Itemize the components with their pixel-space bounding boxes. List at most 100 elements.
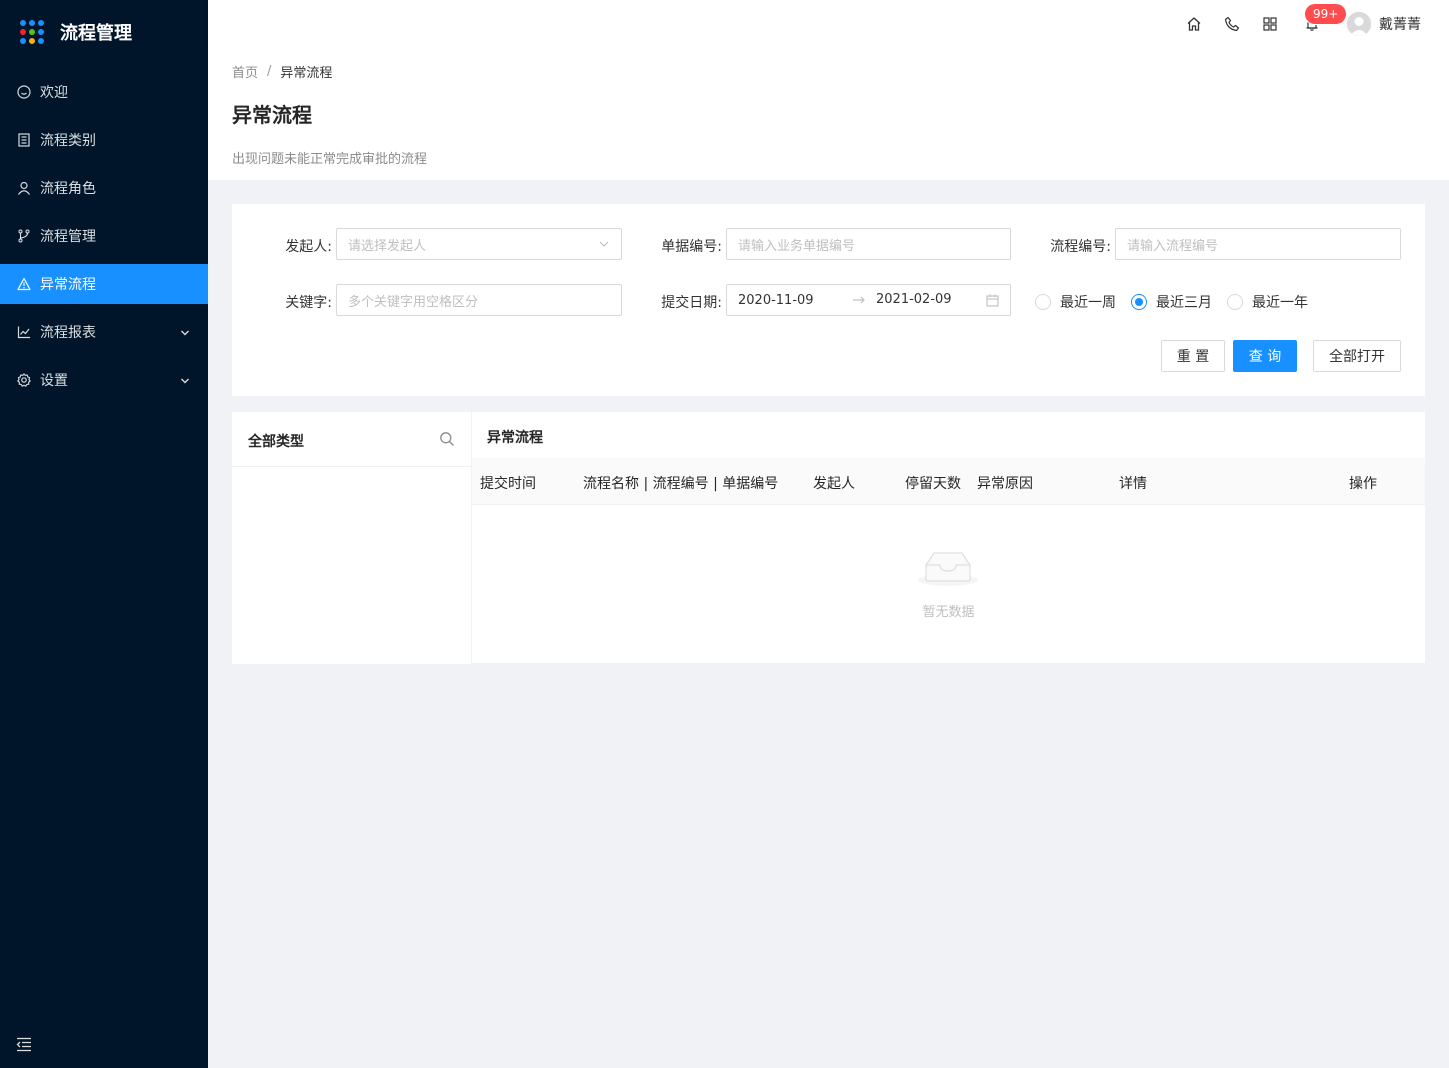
- sidebar: 流程管理 欢迎 流程类别 流程角色 流程管理 异常流程 流程报表 设置: [0, 0, 208, 1068]
- sidebar-item-label: 设置: [40, 373, 68, 389]
- column-header-flow-name[interactable]: 流程名称 | 流程编号 | 单据编号: [583, 473, 778, 493]
- radio-label: 最近一年: [1252, 295, 1308, 311]
- calendar-icon: [986, 294, 999, 311]
- gear-icon: [16, 372, 32, 388]
- keyword-label: 关键字:: [285, 295, 332, 311]
- flow-no-placeholder: 请输入流程编号: [1127, 238, 1219, 254]
- notification-badge: 99+: [1305, 4, 1347, 24]
- sidebar-item-label: 异常流程: [40, 277, 96, 293]
- sidebar-item-flow-manage[interactable]: 流程管理: [0, 216, 208, 256]
- empty-state: 暂无数据: [472, 505, 1425, 663]
- column-header-submit-time[interactable]: 提交时间: [480, 473, 536, 493]
- user-icon: [16, 180, 32, 196]
- radio-dot: [1035, 294, 1051, 310]
- sidebar-item-settings[interactable]: 设置: [0, 360, 208, 400]
- line-chart-icon: [16, 324, 32, 340]
- arrow-right-icon: [851, 293, 867, 311]
- menu-fold-icon[interactable]: [16, 1036, 34, 1054]
- avatar[interactable]: [1347, 12, 1371, 36]
- sidebar-item-label: 流程报表: [40, 325, 96, 341]
- chevron-down-icon: [598, 238, 610, 254]
- page-title: 异常流程: [232, 103, 312, 127]
- logo-dot: [20, 20, 26, 26]
- top-header: 99+ 戴菁菁: [208, 0, 1449, 48]
- flow-no-label: 流程编号:: [1050, 239, 1111, 255]
- sidebar-item-flow-category[interactable]: 流程类别: [0, 120, 208, 160]
- table-header: 提交时间 流程名称 | 流程编号 | 单据编号 发起人 停留天数 异常原因 详情…: [472, 458, 1425, 505]
- sidebar-item-flow-role[interactable]: 流程角色: [0, 168, 208, 208]
- apps-icon[interactable]: [1262, 16, 1278, 32]
- doc-no-placeholder: 请输入业务单据编号: [738, 238, 856, 254]
- breadcrumb: 首页 / 异常流程: [232, 62, 1425, 81]
- logo-grid-icon: [20, 20, 44, 44]
- smile-icon: [16, 84, 32, 100]
- query-button[interactable]: 查 询: [1233, 340, 1297, 372]
- breadcrumb-current: 异常流程: [280, 66, 333, 81]
- keyword-input[interactable]: 多个关键字用空格区分: [336, 284, 622, 316]
- reset-button[interactable]: 重 置: [1161, 340, 1225, 372]
- initiator-select[interactable]: 请选择发起人: [336, 228, 622, 260]
- book-icon: [16, 132, 32, 148]
- table-panel: 异常流程 提交时间 流程名称 | 流程编号 | 单据编号 发起人 停留天数 异常…: [472, 412, 1425, 663]
- search-icon[interactable]: [439, 431, 455, 447]
- logo-dot: [20, 29, 26, 35]
- table-title: 异常流程: [487, 430, 543, 446]
- date-start[interactable]: 2020-11-09: [738, 293, 814, 308]
- username[interactable]: 戴菁菁: [1379, 14, 1421, 34]
- sidebar-menu: 欢迎 流程类别 流程角色 流程管理 异常流程 流程报表 设置: [0, 72, 208, 400]
- page-header: 首页 / 异常流程 异常流程 出现问题未能正常完成审批的流程: [208, 48, 1449, 180]
- column-header-reason[interactable]: 异常原因: [977, 473, 1033, 493]
- range-last-week-radio[interactable]: 最近一周: [1035, 292, 1116, 312]
- column-header-stay-days[interactable]: 停留天数: [905, 473, 961, 493]
- page-description: 出现问题未能正常完成审批的流程: [232, 152, 428, 167]
- empty-text: 暂无数据: [922, 605, 975, 620]
- sidebar-item-flow-report[interactable]: 流程报表: [0, 312, 208, 352]
- logo-dot: [38, 29, 44, 35]
- date-end[interactable]: 2021-02-09: [876, 292, 952, 307]
- initiator-placeholder: 请选择发起人: [348, 238, 427, 254]
- doc-no-input[interactable]: 请输入业务单据编号: [726, 228, 1011, 260]
- radio-dot: [1131, 294, 1147, 310]
- keyword-placeholder: 多个关键字用空格区分: [348, 294, 479, 310]
- radio-dot: [1227, 294, 1243, 310]
- sidebar-item-label: 流程类别: [40, 133, 96, 149]
- logo-dot: [29, 38, 35, 44]
- chevron-down-icon: [180, 374, 190, 390]
- home-icon[interactable]: [1186, 16, 1202, 32]
- filter-card: 发起人: 请选择发起人 单据编号: 请输入业务单据编号 流程编号: 请输入流程编…: [232, 204, 1425, 396]
- logo-dot: [20, 38, 26, 44]
- logo-dot: [29, 29, 35, 35]
- sidebar-item-label: 流程管理: [40, 229, 96, 245]
- divider: [232, 466, 471, 467]
- breadcrumb-home[interactable]: 首页: [232, 62, 258, 81]
- logo-dot: [38, 20, 44, 26]
- column-header-detail[interactable]: 详情: [1119, 473, 1147, 493]
- date-range-picker[interactable]: 2020-11-09 2021-02-09: [726, 284, 1011, 316]
- sidebar-item-label: 流程角色: [40, 181, 96, 197]
- app-title: 流程管理: [60, 23, 132, 44]
- chevron-down-icon: [180, 326, 190, 342]
- type-panel: 全部类型: [232, 412, 471, 664]
- sidebar-item-welcome[interactable]: 欢迎: [0, 72, 208, 112]
- flow-no-input[interactable]: 请输入流程编号: [1115, 228, 1401, 260]
- phone-icon[interactable]: [1224, 16, 1240, 32]
- initiator-label: 发起人:: [285, 239, 332, 255]
- warning-icon: [16, 276, 32, 292]
- logo-dot: [38, 38, 44, 44]
- open-all-button[interactable]: 全部打开: [1313, 340, 1401, 372]
- radio-label: 最近三月: [1156, 295, 1212, 311]
- logo[interactable]: 流程管理: [0, 0, 208, 64]
- all-types-title: 全部类型: [248, 434, 304, 450]
- column-header-initiator[interactable]: 发起人: [813, 473, 855, 493]
- range-last-year-radio[interactable]: 最近一年: [1227, 292, 1308, 312]
- sidebar-item-abnormal-flow[interactable]: 异常流程: [0, 264, 208, 304]
- doc-no-label: 单据编号:: [661, 239, 722, 255]
- logo-dot: [29, 20, 35, 26]
- breadcrumb-separator: /: [267, 64, 272, 79]
- column-header-action[interactable]: 操作: [1349, 473, 1377, 493]
- radio-label: 最近一周: [1060, 295, 1116, 311]
- sidebar-item-label: 欢迎: [40, 85, 68, 101]
- submit-date-label: 提交日期:: [661, 295, 722, 311]
- range-last-three-months-radio[interactable]: 最近三月: [1131, 292, 1212, 312]
- branch-icon: [16, 228, 32, 244]
